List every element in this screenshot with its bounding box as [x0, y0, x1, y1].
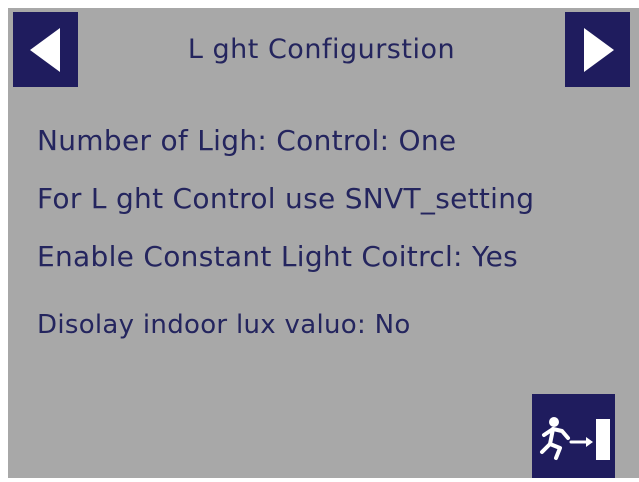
- constant-light-control-setting[interactable]: Enable Constant Light Coitrcl: Yes: [37, 240, 518, 273]
- next-page-button[interactable]: [565, 12, 630, 87]
- previous-page-button[interactable]: [13, 12, 78, 87]
- left-arrow-icon: [29, 27, 60, 72]
- light-control-count-setting[interactable]: Number of Ligh: Control: One: [37, 124, 456, 157]
- light-control-source-setting[interactable]: For L ght Control use SNVT_setting: [37, 182, 534, 215]
- exit-icon: [540, 417, 610, 460]
- light-configuration-screen: L ght Configurstion Number of Ligh: Cont…: [8, 8, 639, 478]
- page-title: L ght Configurstion: [187, 33, 456, 65]
- right-arrow-icon: [583, 27, 614, 72]
- indoor-lux-display-setting[interactable]: Disolay indoor lux valuo: No: [37, 310, 411, 340]
- exit-button[interactable]: [532, 394, 615, 478]
